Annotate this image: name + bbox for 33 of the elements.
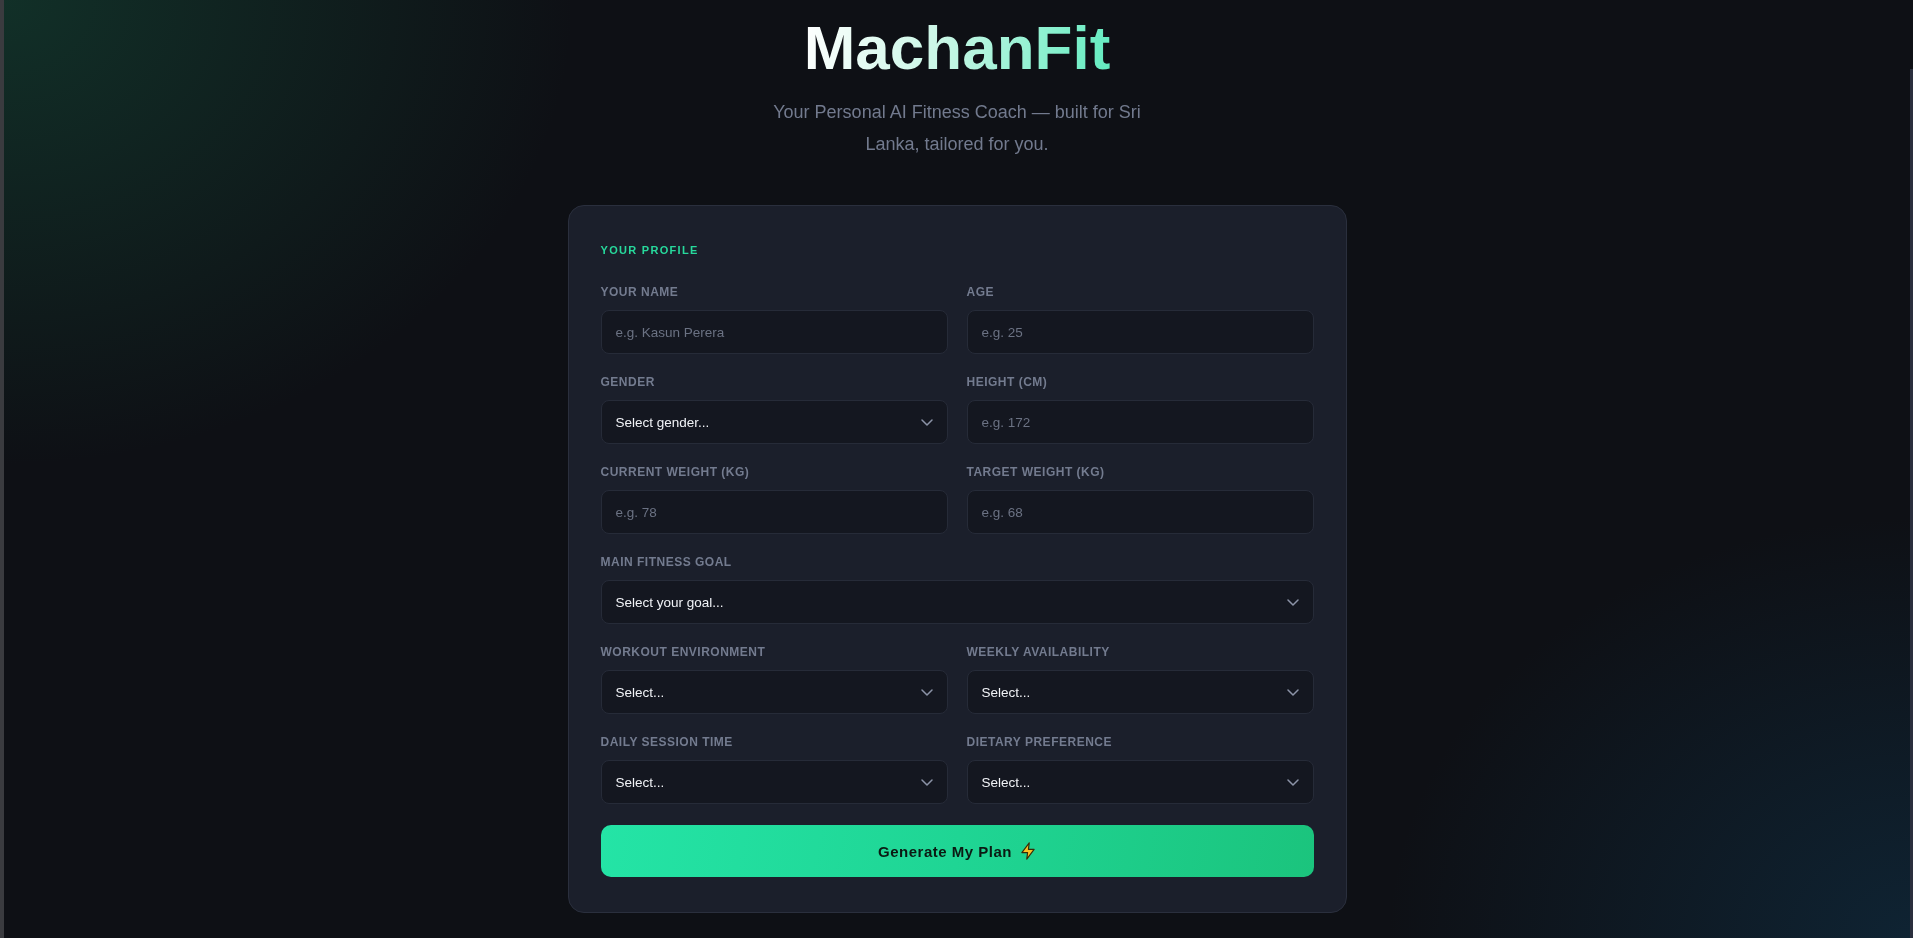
field-label: YOUR NAME	[600, 285, 679, 300]
scrollbar-thumb[interactable]	[1910, 69, 1913, 938]
dropdown-select[interactable]: Select...	[966, 760, 1314, 804]
dropdown-select[interactable]: Select your goal...	[600, 580, 1314, 624]
field-label: AGE	[966, 285, 994, 300]
chevron-down-icon	[1286, 778, 1299, 786]
chevron-down-icon	[1286, 598, 1299, 606]
input-field[interactable]: e.g. 172	[966, 400, 1314, 444]
chevron-down-icon	[920, 688, 933, 696]
lightning-icon	[1019, 842, 1036, 860]
field-label: MAIN FITNESS GOAL	[600, 555, 732, 570]
dropdown-select[interactable]: Select...	[600, 760, 948, 804]
input-field[interactable]: e.g. Kasun Perera	[600, 310, 948, 354]
chevron-down-icon	[920, 778, 933, 786]
field-label: HEIGHT (CM)	[966, 375, 1048, 390]
app-subtitle: Your Personal AI Fitness Coach — built for Sri Lanka, tailored for you.	[772, 101, 1142, 156]
dropdown-select[interactable]: Select...	[600, 670, 948, 714]
section-heading: YOUR PROFILE	[600, 243, 700, 257]
chevron-down-icon	[1286, 688, 1299, 696]
dropdown-select[interactable]: Select gender...	[600, 400, 948, 444]
field-label: WEEKLY AVAILABILITY	[966, 645, 1110, 660]
field-label: WORKOUT ENVIRONMENT	[600, 645, 766, 660]
chevron-down-icon	[920, 418, 933, 426]
field-label: CURRENT WEIGHT (KG)	[600, 465, 750, 480]
dropdown-select[interactable]: Select...	[966, 670, 1314, 714]
field-label: TARGET WEIGHT (KG)	[966, 465, 1105, 480]
field-label: DAILY SESSION TIME	[600, 735, 733, 750]
generate-plan-button[interactable]: Generate My Plan	[600, 825, 1314, 877]
input-field[interactable]: e.g. 78	[600, 490, 948, 534]
input-field[interactable]: e.g. 68	[966, 490, 1314, 534]
input-field[interactable]: e.g. 25	[966, 310, 1314, 354]
field-label: DIETARY PREFERENCE	[966, 735, 1112, 750]
field-label: GENDER	[600, 375, 655, 390]
